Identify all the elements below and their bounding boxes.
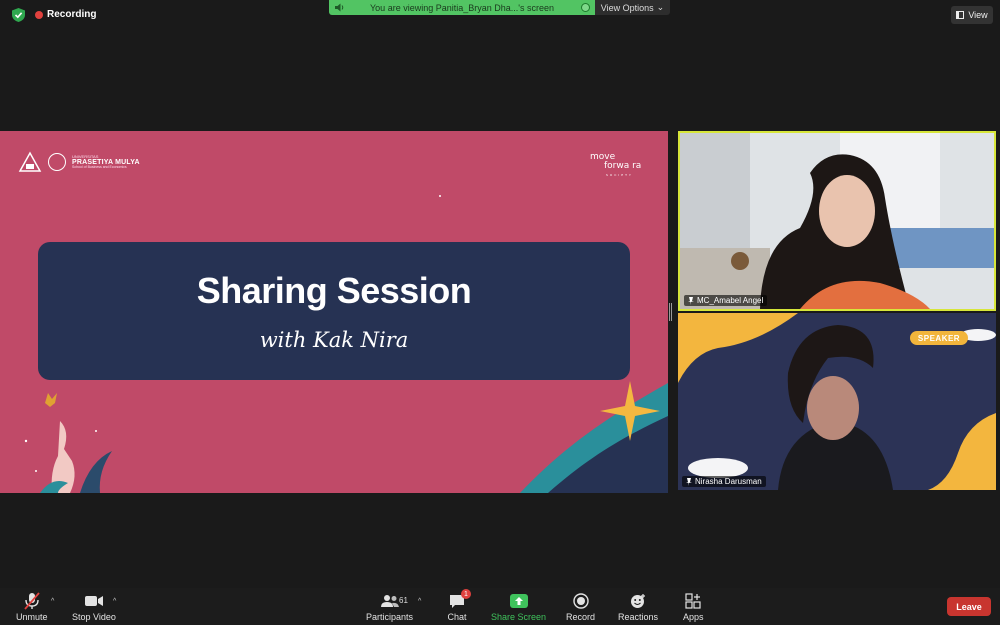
recording-dot-icon [35, 10, 43, 19]
security-shield-icon[interactable] [12, 8, 25, 22]
slide-title: Sharing Session [196, 270, 472, 311]
participant-name: Nirasha Darusman [695, 477, 762, 486]
record-button[interactable]: Record [566, 592, 595, 622]
video-camera-icon [84, 596, 103, 606]
apps-button[interactable]: Apps [683, 592, 704, 622]
slide-title-card: Sharing Session with Kak Nira [38, 242, 630, 380]
chat-unread-badge: 1 [461, 589, 471, 599]
recording-indicator[interactable]: Recording [35, 9, 96, 20]
participant-video-tile[interactable]: SPEAKER Nirasha Darusman [678, 313, 996, 490]
participant-name-label: MC_Amabel Angel [684, 295, 768, 306]
reactions-smiley-icon [631, 594, 646, 608]
meeting-toolbar: Unmute ^ Stop Video ^ Participants 61 ^ [0, 588, 1000, 625]
record-label: Record [566, 612, 596, 622]
screen-share-banner-text: You are viewing Panitia_Bryan Dha...'s s… [370, 2, 554, 13]
view-options-label: View Options [600, 2, 654, 13]
participants-icon [380, 595, 399, 607]
university-seal-icon [48, 153, 66, 171]
panel-resize-handle[interactable] [669, 303, 672, 321]
brand-logo: move forwa ra SOCIETY [590, 153, 646, 181]
slide-subtitle: with Kak Nira [259, 328, 409, 352]
shared-screen[interactable]: UNIVERSITAS PRASETIYA MULYA School of Bu… [0, 131, 668, 493]
view-options-button[interactable]: View Options ⌄ [595, 0, 670, 15]
video-options-caret-icon[interactable]: ^ [113, 598, 116, 605]
reactions-button[interactable]: Reactions [618, 592, 658, 622]
leave-button[interactable]: Leave [947, 597, 991, 616]
apps-label: Apps [683, 612, 704, 622]
chevron-down-icon: ⌄ [656, 2, 665, 12]
recording-label: Recording [47, 9, 97, 20]
screen-share-banner: You are viewing Panitia_Bryan Dha...'s s… [329, 0, 595, 15]
view-button-label: View [968, 10, 988, 20]
participant-name: MC_Amabel Angel [697, 296, 764, 305]
apps-icon [685, 593, 701, 609]
reactions-label: Reactions [618, 612, 659, 622]
participant-name-label: Nirasha Darusman [682, 476, 766, 487]
record-icon [572, 593, 589, 609]
speaker-icon[interactable] [335, 3, 345, 12]
logo-line-3: School of Business and Economics [72, 164, 127, 169]
participant-video [680, 133, 994, 309]
pin-icon [688, 296, 694, 305]
participant-video-tile[interactable]: MC_Amabel Angel [678, 131, 996, 311]
mic-muted-icon [24, 592, 40, 610]
brand-line-3: SOCIETY [606, 173, 633, 177]
share-screen-icon [509, 594, 528, 608]
share-screen-button[interactable]: Share Screen [491, 592, 546, 622]
unmute-label: Unmute [16, 612, 48, 622]
brand-line-2: forwa ra [604, 161, 642, 171]
unmute-button[interactable]: Unmute [16, 592, 48, 622]
speaker-badge: SPEAKER [910, 331, 968, 345]
chat-button[interactable]: 1 Chat [447, 589, 471, 622]
view-layout-icon [956, 11, 965, 19]
audio-options-caret-icon[interactable]: ^ [51, 598, 54, 605]
stop-video-label: Stop Video [72, 612, 116, 622]
share-screen-label: Share Screen [491, 612, 547, 622]
logo-emblem-icon [18, 151, 42, 172]
participants-count: 61 [399, 596, 408, 605]
stop-video-button[interactable]: Stop Video [72, 592, 116, 622]
participants-label: Participants [366, 612, 414, 622]
chat-label: Chat [447, 612, 467, 622]
pin-icon [686, 477, 692, 486]
university-logo: UNIVERSITAS PRASETIYA MULYA School of Bu… [18, 151, 140, 173]
view-button[interactable]: View [951, 6, 993, 24]
stop-viewing-icon[interactable] [581, 3, 590, 12]
participants-options-caret-icon[interactable]: ^ [418, 598, 421, 605]
